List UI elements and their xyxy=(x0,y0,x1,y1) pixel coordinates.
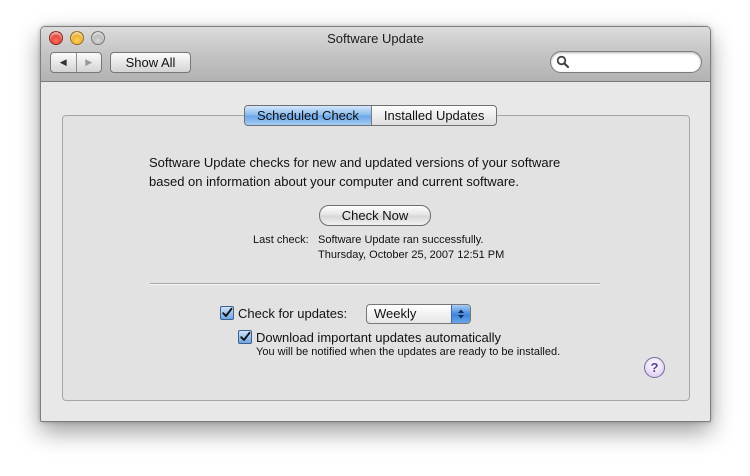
download-note: You will be notified when the updates ar… xyxy=(256,346,561,358)
last-check-label: Last check: xyxy=(253,234,309,246)
description-line-1: Software Update checks for new and updat… xyxy=(149,155,561,170)
show-all-button[interactable]: Show All xyxy=(110,52,191,73)
download-automatically-label: Download important updates automatically xyxy=(256,330,501,345)
preferences-window: Software Update ◀ ▶ Show All Scheduled C… xyxy=(40,26,711,422)
last-check-date: Thursday, October 25, 2007 12:51 PM xyxy=(318,249,505,261)
check-for-updates-label: Check for updates: xyxy=(238,306,348,321)
description: Software Update checks for new and updat… xyxy=(149,153,619,191)
nav-buttons: ◀ ▶ xyxy=(50,52,102,73)
frequency-popup[interactable]: Weekly xyxy=(366,304,471,324)
description-line-2: based on information about your computer… xyxy=(149,174,519,189)
forward-arrow-icon[interactable]: ▶ xyxy=(75,53,102,72)
separator xyxy=(150,283,600,285)
tab-bar: Scheduled Check Installed Updates xyxy=(244,105,498,126)
checkmark-icon xyxy=(240,331,251,341)
last-check-status: Software Update ran successfully. xyxy=(318,234,484,246)
search-field[interactable] xyxy=(550,51,702,73)
tab-scheduled-check[interactable]: Scheduled Check xyxy=(245,106,371,125)
search-icon xyxy=(556,55,570,69)
search-input[interactable] xyxy=(571,54,695,70)
window-title: Software Update xyxy=(327,31,424,46)
titlebar: Software Update ◀ ▶ Show All xyxy=(41,27,710,82)
back-arrow-icon[interactable]: ◀ xyxy=(51,53,76,72)
tab-installed-updates[interactable]: Installed Updates xyxy=(370,106,496,125)
checkmark-icon xyxy=(222,307,233,317)
frequency-value: Weekly xyxy=(374,306,417,321)
check-for-updates-checkbox[interactable] xyxy=(220,306,234,320)
check-now-button[interactable]: Check Now xyxy=(319,205,431,226)
help-icon[interactable]: ? xyxy=(644,357,665,378)
download-automatically-checkbox[interactable] xyxy=(238,330,252,344)
popup-arrows-icon xyxy=(451,305,470,323)
